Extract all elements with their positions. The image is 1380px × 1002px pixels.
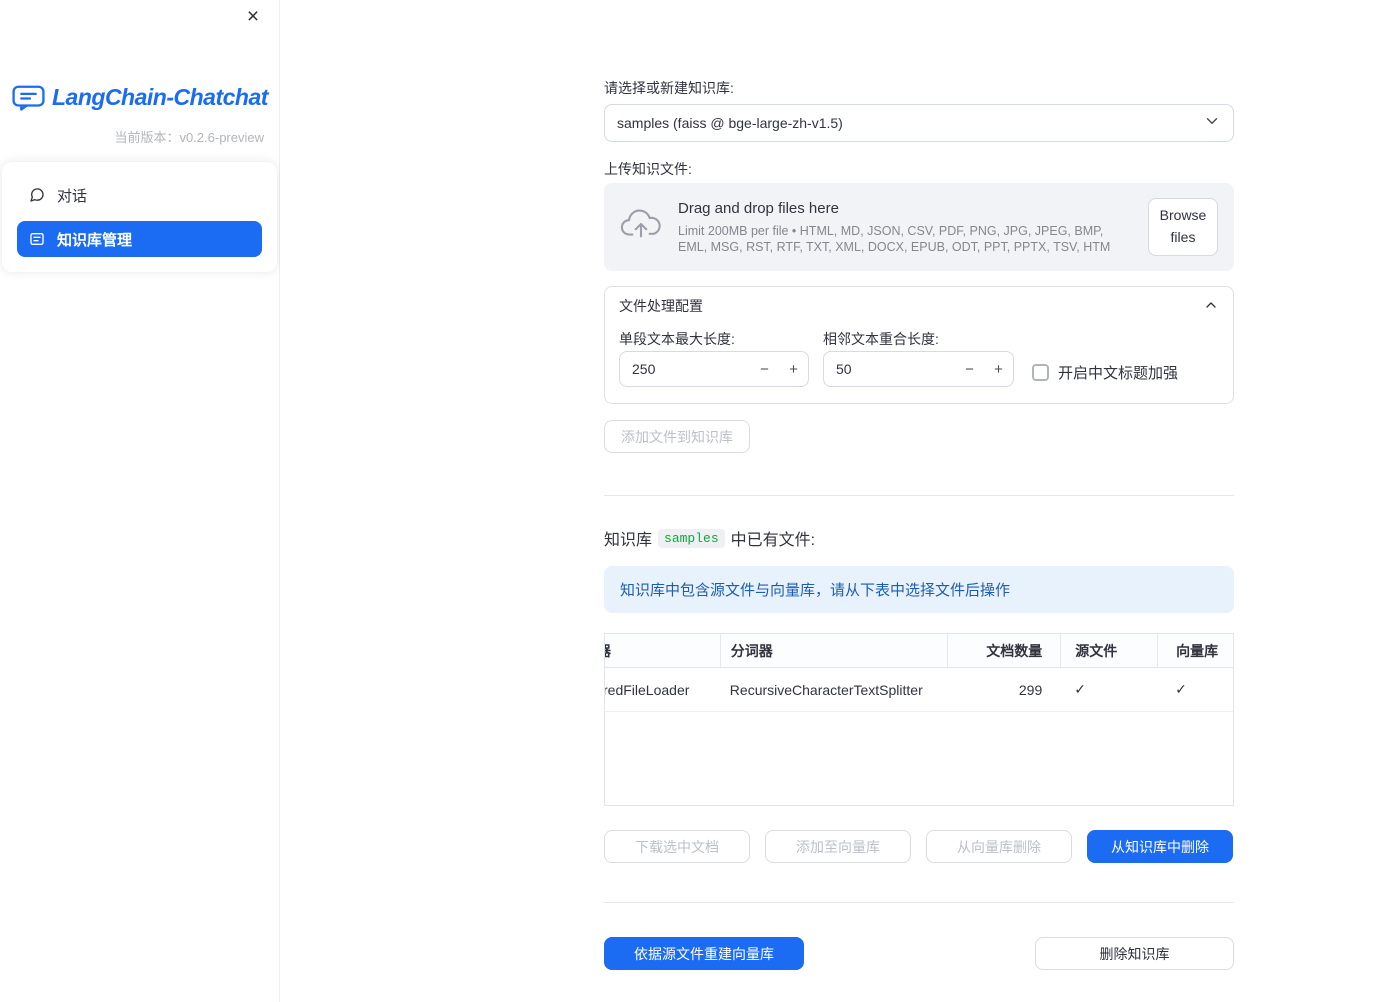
kb-selected-value: samples (faiss @ bge-large-zh-v1.5) xyxy=(617,115,843,131)
zh-title-enhance-checkbox[interactable]: 开启中文标题加强 xyxy=(1032,362,1178,383)
chunk-size-input[interactable]: 250 − + xyxy=(619,351,809,387)
dropzone-text-block: Drag and drop files here Limit 200MB per… xyxy=(678,200,1132,255)
existing-files-heading: 知识库 samples 中已有文件: xyxy=(604,526,1234,550)
kb-name-code: samples xyxy=(658,528,725,548)
version-label: 当前版本：v0.2.6-preview xyxy=(114,130,264,145)
chat-bubble-icon xyxy=(29,187,45,203)
chunk-size-value: 250 xyxy=(632,361,656,377)
kb-actions-row: 依据源文件重建向量库 删除知识库 xyxy=(604,937,1234,970)
divider xyxy=(604,902,1234,903)
chevron-up-icon xyxy=(1203,297,1219,316)
close-icon[interactable]: × xyxy=(241,5,265,29)
file-uploader-dropzone[interactable]: Drag and drop files here Limit 200MB per… xyxy=(604,183,1234,271)
list-icon xyxy=(29,231,45,247)
cell-source-check: ✓ xyxy=(1074,681,1086,697)
files-table[interactable]: 器 分词器 文档数量 源文件 向量库 redFileLoader Recursi… xyxy=(604,633,1234,806)
cell-vector-check: ✓ xyxy=(1175,681,1187,697)
table-header-source-file: 源文件 xyxy=(1060,634,1157,667)
browse-files-button[interactable]: Browse files xyxy=(1148,198,1218,256)
file-config-expander-header[interactable]: 文件处理配置 xyxy=(605,287,1233,325)
kb-selectbox[interactable]: samples (faiss @ bge-large-zh-v1.5) xyxy=(604,104,1234,142)
delete-from-vector-store-button[interactable]: 从向量库删除 xyxy=(926,830,1072,863)
app-logo: LangChain-Chatchat xyxy=(12,84,279,111)
chevron-down-icon xyxy=(1203,112,1221,135)
overlap-size-label: 相邻文本重合长度: xyxy=(823,331,939,347)
checkbox-unchecked-icon[interactable] xyxy=(1032,364,1049,381)
upload-files-label: 上传知识文件: xyxy=(604,161,692,177)
info-alert-text: 知识库中包含源文件与向量库，请从下表中选择文件后操作 xyxy=(620,582,1011,599)
file-config-expander-body: 单段文本最大长度: 250 − + 相邻文本重合长度: 50 − + 开启中文标… xyxy=(605,325,1233,403)
cell-splitter: RecursiveCharacterTextSplitter xyxy=(729,681,923,698)
cell-doc-count: 299 xyxy=(1018,681,1043,698)
file-config-expander: 文件处理配置 单段文本最大长度: 250 − + 相邻文本重合长度: 50 − … xyxy=(604,286,1234,404)
dropzone-limits: Limit 200MB per file • HTML, MD, JSON, C… xyxy=(678,223,1111,254)
menu-item-label: 知识库管理 xyxy=(57,231,133,249)
existing-files-suffix: 中已有文件: xyxy=(730,532,816,549)
file-actions-row: 下载选中文档 添加至向量库 从向量库删除 从知识库中删除 xyxy=(604,830,1234,863)
dropzone-instructions: Drag and drop files here xyxy=(678,199,839,217)
decrement-button[interactable]: − xyxy=(750,352,779,386)
add-files-to-kb-button[interactable]: 添加文件到知识库 xyxy=(604,420,750,453)
existing-files-prefix: 知识库 xyxy=(604,532,653,549)
chatchat-logo-icon xyxy=(12,85,45,111)
increment-button[interactable]: + xyxy=(984,352,1013,386)
kb-select-label: 请选择或新建知识库: xyxy=(604,80,734,96)
overlap-size-value: 50 xyxy=(836,361,852,377)
download-selected-button[interactable]: 下载选中文档 xyxy=(604,830,750,863)
menu-item-chat[interactable]: 对话 xyxy=(17,177,262,213)
kb-management-page: 请选择或新建知识库: samples (faiss @ bge-large-zh… xyxy=(604,0,1234,970)
add-to-vector-store-button[interactable]: 添加至向量库 xyxy=(765,830,911,863)
delete-from-kb-button[interactable]: 从知识库中删除 xyxy=(1087,830,1233,863)
table-header-vector-store: 向量库 xyxy=(1157,634,1233,667)
sidebar-menu: 对话 知识库管理 xyxy=(2,162,277,272)
info-alert: 知识库中包含源文件与向量库，请从下表中选择文件后操作 xyxy=(604,566,1234,613)
table-row[interactable]: redFileLoader RecursiveCharacterTextSpli… xyxy=(605,668,1233,712)
table-header-splitter: 分词器 xyxy=(719,634,948,667)
menu-item-knowledge-base[interactable]: 知识库管理 xyxy=(17,221,262,257)
overlap-size-field: 相邻文本重合长度: 50 − + xyxy=(823,329,1014,387)
chunk-size-label: 单段文本最大长度: xyxy=(619,331,735,347)
table-header-row: 器 分词器 文档数量 源文件 向量库 xyxy=(605,634,1233,668)
menu-item-label: 对话 xyxy=(57,187,88,205)
decrement-button[interactable]: − xyxy=(955,352,984,386)
table-header-loader: 器 xyxy=(605,634,720,667)
delete-kb-button[interactable]: 删除知识库 xyxy=(1035,937,1234,970)
increment-button[interactable]: + xyxy=(779,352,808,386)
rebuild-vector-store-button[interactable]: 依据源文件重建向量库 xyxy=(604,937,804,970)
cell-loader: redFileLoader xyxy=(605,681,690,698)
app-logo-text: LangChain-Chatchat xyxy=(52,84,268,110)
overlap-size-input[interactable]: 50 − + xyxy=(823,351,1014,387)
table-header-doc-count: 文档数量 xyxy=(947,634,1060,667)
checkbox-label: 开启中文标题加强 xyxy=(1058,365,1179,382)
upload-cloud-icon xyxy=(620,208,662,246)
chunk-size-field: 单段文本最大长度: 250 − + xyxy=(619,329,809,387)
main-area: 请选择或新建知识库: samples (faiss @ bge-large-zh… xyxy=(280,0,1380,1002)
divider xyxy=(604,495,1234,496)
sidebar: × LangChain-Chatchat 当前版本：v0.2.6-preview xyxy=(0,0,280,1002)
expander-title: 文件处理配置 xyxy=(619,298,703,314)
